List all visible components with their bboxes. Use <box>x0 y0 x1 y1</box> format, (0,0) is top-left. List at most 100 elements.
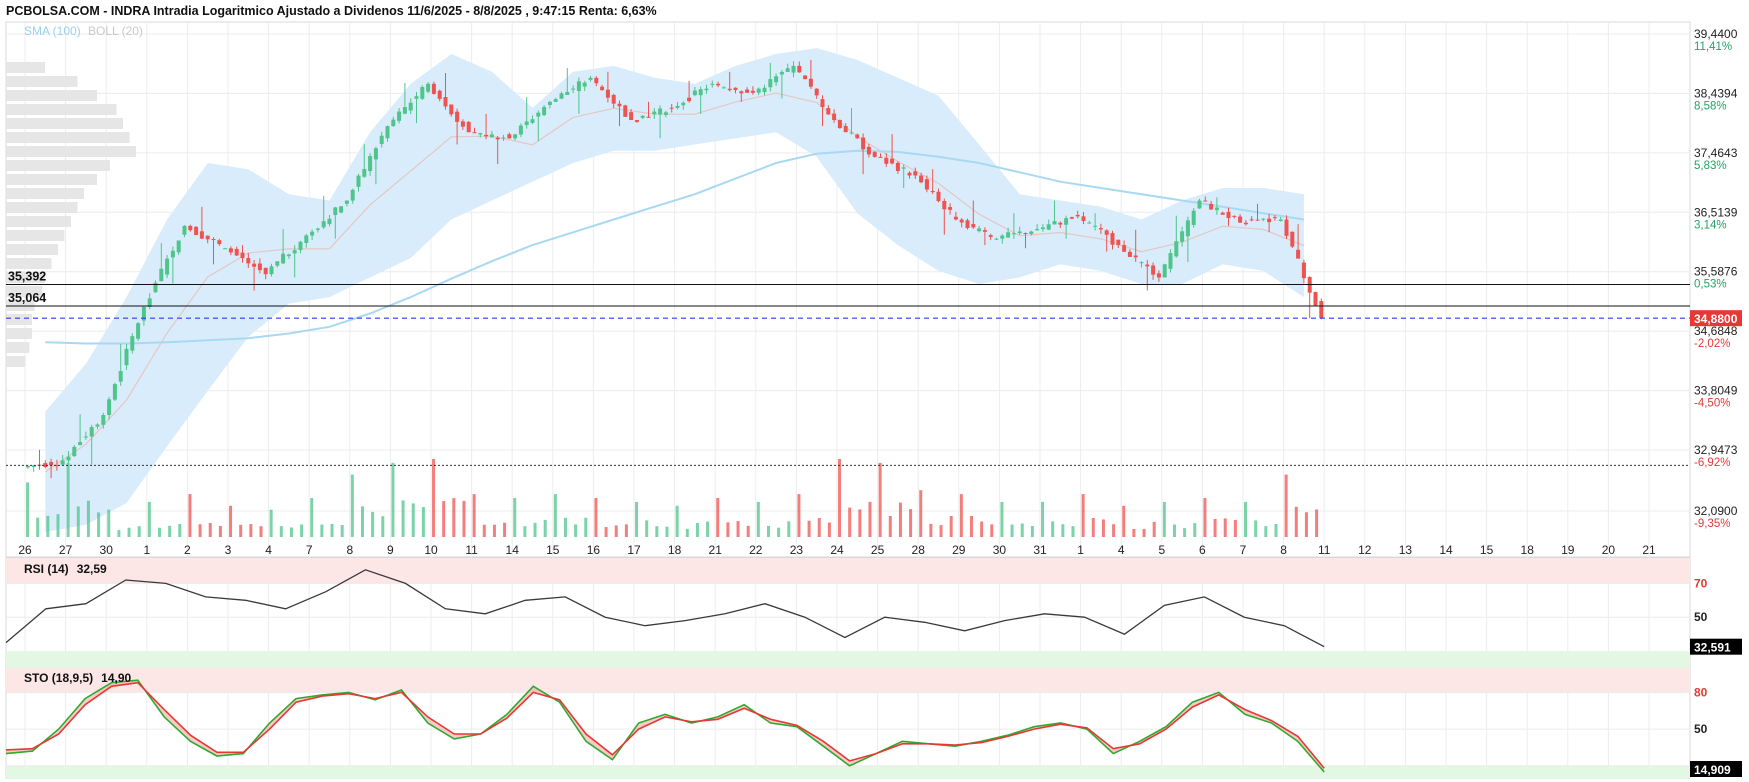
candle-body <box>542 107 547 116</box>
sto-overbought-zone <box>6 668 1690 693</box>
volume-bar <box>157 527 161 537</box>
candle-body <box>1122 245 1127 252</box>
candle-body <box>1000 235 1005 239</box>
candle-body <box>1278 219 1283 221</box>
volume-bar <box>218 525 222 537</box>
candle-body <box>252 263 257 267</box>
chart-stage: 26 27 30 1 2 3 4 7 8 9 10 11 14 15 16 17 18 21 22 23 24 25 28 2… <box>0 0 1749 782</box>
candle-body <box>257 263 262 271</box>
candle-body <box>420 86 425 99</box>
candle-body <box>199 231 204 239</box>
volume-bar <box>86 500 90 537</box>
volume-bar <box>137 526 141 537</box>
y-pct-label: -9,35% <box>1694 518 1730 530</box>
volume-profile-bar <box>6 244 58 255</box>
candle-body <box>861 137 866 150</box>
candle-body <box>269 266 274 275</box>
volume-bar <box>239 524 243 537</box>
candle-body <box>205 235 210 240</box>
candle-body <box>327 218 332 225</box>
legend-boll[interactable]: BOLL (20) <box>88 24 143 38</box>
volume-bar <box>401 500 405 537</box>
candle-body <box>373 148 378 160</box>
volume-bar <box>472 494 476 537</box>
y-tick-label: 36,5139 <box>1694 205 1738 219</box>
candle-body <box>779 71 784 75</box>
candle-body <box>739 91 744 94</box>
volume-bar <box>990 524 994 537</box>
candle-body <box>89 427 94 437</box>
volume-bar <box>574 524 578 537</box>
candle-body <box>466 121 471 133</box>
volume-bar <box>340 524 344 537</box>
volume-bar <box>1071 526 1075 537</box>
volume-profile-bar <box>6 146 136 157</box>
volume-bar <box>66 462 70 537</box>
candle-body <box>188 225 193 231</box>
volume-bar <box>482 524 486 537</box>
volume-bar <box>330 523 334 537</box>
candle-body <box>1046 224 1051 230</box>
candle-body <box>756 88 761 93</box>
volume-bar <box>939 525 943 537</box>
support-line-label: 35,392 <box>8 269 46 283</box>
candle-body <box>211 239 216 241</box>
y-pct-label: 3,14% <box>1694 219 1727 231</box>
candle-body <box>304 235 309 244</box>
candle-body <box>965 220 970 229</box>
candle-body <box>170 250 175 258</box>
volume-bar <box>1172 524 1176 537</box>
candle-body <box>884 157 889 164</box>
volume-bar <box>726 522 730 537</box>
x-tick-label: 17 <box>627 543 641 557</box>
volume-bar <box>584 517 588 537</box>
candle-body <box>112 384 117 400</box>
volume-bar <box>310 498 314 537</box>
y-tick-label: 39,4400 <box>1694 27 1738 41</box>
candle-body <box>536 112 541 117</box>
x-tick-label: 2 <box>184 543 191 557</box>
candle-body <box>698 89 703 96</box>
candle-body <box>60 460 65 465</box>
candle-body <box>600 86 605 91</box>
candle-body <box>797 65 802 73</box>
x-tick-label: 23 <box>790 543 804 557</box>
candle-body <box>101 414 106 425</box>
support-line-label: 35,064 <box>8 291 46 305</box>
candle-body <box>1191 210 1196 225</box>
volume-bar <box>1091 518 1095 537</box>
candle-body <box>426 83 431 92</box>
candle-body <box>727 88 732 91</box>
candle-body <box>1232 215 1237 217</box>
volume-bar <box>1183 528 1187 537</box>
volume-bar <box>543 519 547 537</box>
candle-body <box>930 190 935 193</box>
volume-bar <box>1213 518 1217 537</box>
chart-svg: 26 27 30 1 2 3 4 7 8 9 10 11 14 15 16 17 18 21 22 23 24 25 28 2… <box>5 21 1742 779</box>
candle-body <box>547 101 552 105</box>
candle-body <box>988 235 993 237</box>
candle-body <box>217 240 222 245</box>
volume-bar <box>452 498 456 537</box>
volume-bar <box>553 494 557 537</box>
candle-body <box>1174 241 1179 257</box>
volume-bar <box>442 501 446 537</box>
candle-body <box>362 169 367 177</box>
volume-bar <box>1081 494 1085 537</box>
volume-bar <box>1193 523 1197 537</box>
y-pct-label: 5,83% <box>1694 160 1727 172</box>
candle-body <box>437 90 442 99</box>
candle-body <box>629 112 634 121</box>
x-tick-label: 8 <box>1280 543 1287 557</box>
candle-body <box>344 200 349 204</box>
rsi-tick-label: 50 <box>1694 610 1708 624</box>
legend-sma[interactable]: SMA (100) <box>24 24 81 38</box>
candle-body <box>791 65 796 73</box>
volume-profile-bar <box>6 90 97 101</box>
volume-bar <box>756 501 760 537</box>
candle-body <box>936 191 941 202</box>
candle-body <box>681 102 686 106</box>
volume-bar <box>766 525 770 537</box>
y-tick-label: 35,5876 <box>1694 265 1738 279</box>
x-tick-label: 26 <box>18 543 32 557</box>
